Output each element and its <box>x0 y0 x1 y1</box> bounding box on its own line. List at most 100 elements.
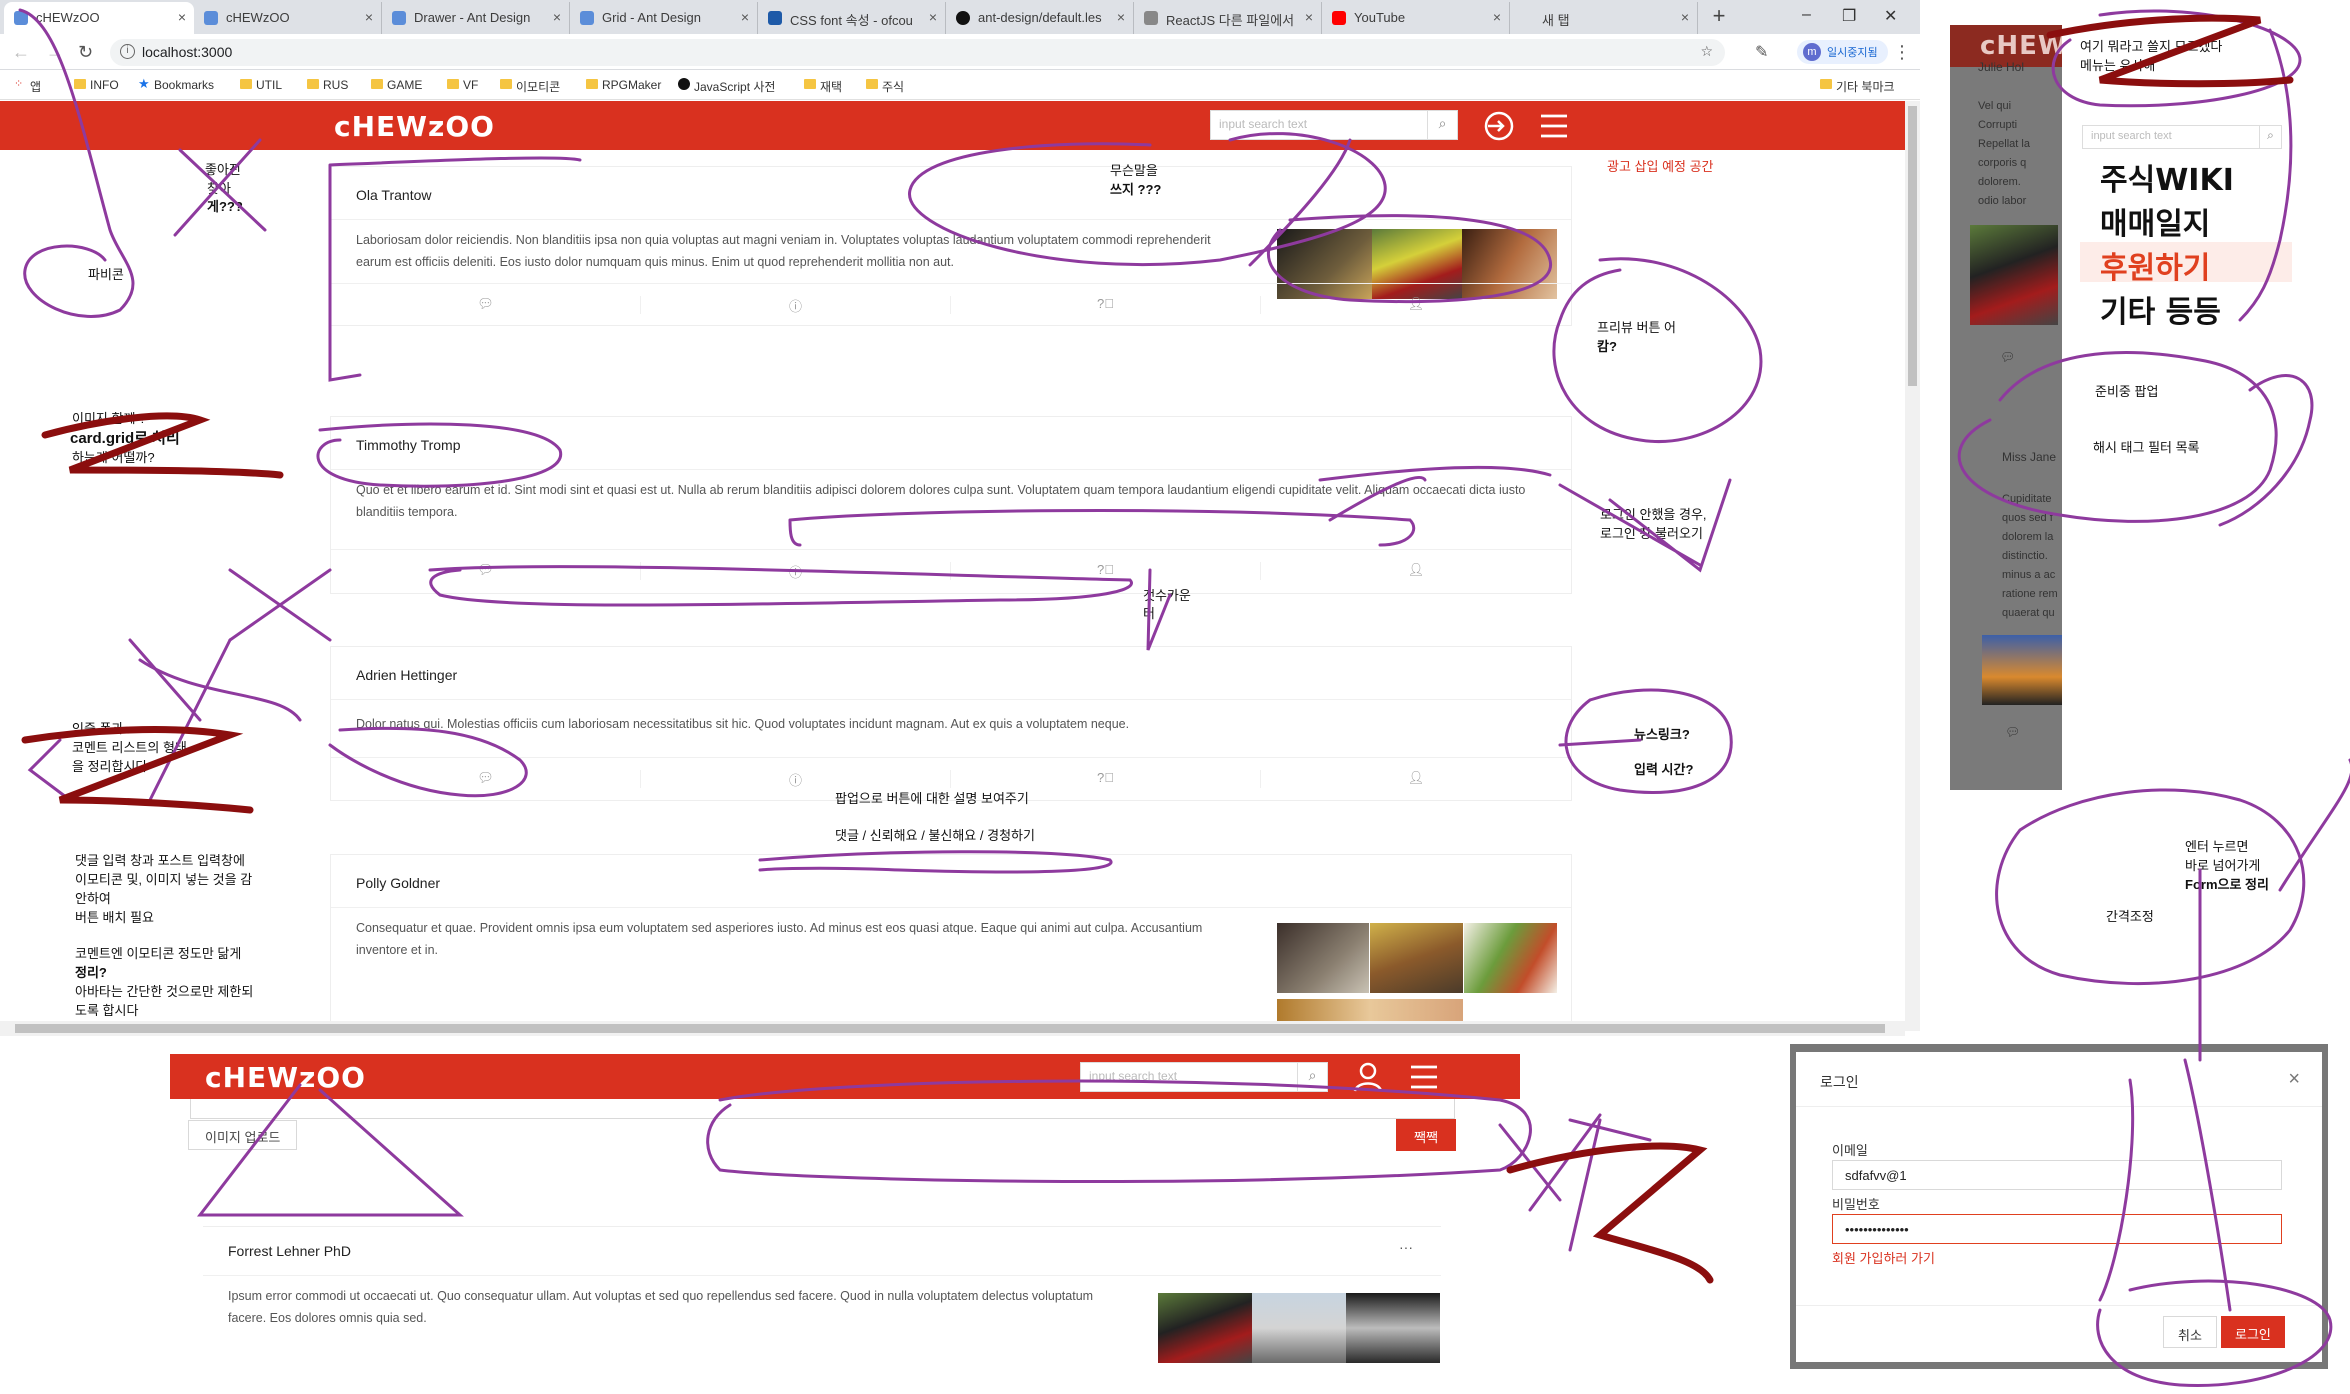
distrust-icon[interactable]: ?⃝ <box>951 562 1261 580</box>
drawer-search-input[interactable]: input search text ⌕ <box>2082 125 2282 149</box>
reload-icon[interactable]: ↻ <box>78 42 93 63</box>
bookmark-label: 앱 <box>30 80 42 94</box>
bookmark-folder[interactable]: GAME <box>371 78 422 92</box>
search-icon[interactable]: ⌕ <box>2259 126 2281 148</box>
menu-icon[interactable] <box>1408 1061 1440 1099</box>
close-icon[interactable]: × <box>178 9 186 25</box>
post-text: Quo et et libero earum et id. Sint modi … <box>356 483 1526 519</box>
listen-user-icon[interactable]: 👤︎ <box>1261 296 1571 314</box>
tab-css-font[interactable]: CSS font 속성 - ofcou × <box>758 2 946 34</box>
close-icon[interactable]: × <box>1117 9 1125 25</box>
menu-item-stock-wiki[interactable]: 주식WIKI <box>2100 155 2234 199</box>
menu-item-donate[interactable]: 후원하기 <box>2100 243 2210 287</box>
meeting-image[interactable] <box>1277 923 1369 993</box>
url-input[interactable]: i localhost:3000 ☆ <box>110 39 1725 66</box>
distrust-icon[interactable]: ?⃝ <box>951 770 1261 788</box>
bookmark-folder[interactable]: VF <box>447 78 478 92</box>
comment-icon[interactable]: 💬︎ <box>331 562 641 580</box>
close-icon[interactable]: × <box>1493 9 1501 25</box>
signup-link[interactable]: 회원 가입하러 가기 <box>1832 1248 1935 1267</box>
bookmark-folder[interactable]: UTIL <box>240 78 282 92</box>
train-image[interactable] <box>1252 1293 1346 1363</box>
tab-youtube[interactable]: YouTube × <box>1322 2 1510 34</box>
trust-icon[interactable]: ⓘ <box>641 562 951 580</box>
bookmark-folder[interactable]: INFO <box>74 78 119 92</box>
bookmark-folder[interactable]: 주식 <box>866 78 904 95</box>
abstract-image[interactable] <box>1370 923 1463 993</box>
scroll-thumb[interactable] <box>1908 106 1917 386</box>
note: card.grid로 처리 <box>70 430 180 447</box>
bookmark-star-icon[interactable]: ☆ <box>1700 43 1713 60</box>
menu-item-trading-journal[interactable]: 매매일지 <box>2100 199 2210 243</box>
hallway-image[interactable] <box>1346 1293 1440 1363</box>
cyclist-image[interactable] <box>1158 1293 1252 1363</box>
other-bookmarks[interactable]: 기타 북마크 <box>1820 78 1895 95</box>
comment-icon[interactable]: 💬︎ <box>331 770 641 788</box>
tab-drawer-antd[interactable]: Drawer - Ant Design × <box>382 2 570 34</box>
tab-reactjs[interactable]: ReactJS 다른 파일에서 × <box>1134 2 1322 34</box>
tab-new[interactable]: 새 탭 × <box>1510 2 1698 34</box>
close-icon[interactable]: × <box>365 9 373 25</box>
food-image[interactable] <box>1464 923 1557 993</box>
note: 게??? <box>207 199 243 214</box>
vertical-scrollbar[interactable] <box>1905 101 1920 1031</box>
password-field[interactable]: •••••••••••••• <box>1832 1214 2282 1244</box>
tab-label: CSS font 속성 - ofcou <box>790 13 913 28</box>
app-logo[interactable]: cHEWzOO <box>205 1061 366 1094</box>
distrust-icon[interactable]: ?⃝ <box>951 296 1261 314</box>
tab-github[interactable]: ant-design/default.les × <box>946 2 1134 34</box>
search-input[interactable]: input search text ⌕ <box>1080 1062 1328 1092</box>
new-tab-button[interactable]: + <box>1706 4 1732 30</box>
comment-icon: 💬︎ <box>2005 725 2021 739</box>
window-close-icon[interactable]: ✕ <box>1884 6 1897 26</box>
horizontal-scrollbar[interactable] <box>0 1021 1905 1036</box>
cancel-button[interactable]: 취소 <box>2163 1316 2217 1348</box>
scroll-thumb[interactable] <box>15 1024 1885 1033</box>
forward-icon[interactable]: → <box>46 42 64 63</box>
extensions-icon[interactable]: ✎ <box>1755 42 1768 62</box>
tab-label: 새 탭 <box>1542 13 1570 28</box>
menu-item-etc[interactable]: 기타 등등 <box>2100 287 2221 331</box>
submit-button[interactable]: 짹짹 <box>1396 1119 1456 1151</box>
close-icon[interactable]: × <box>929 9 937 25</box>
more-icon[interactable]: ··· <box>1399 1239 1413 1255</box>
listen-user-icon[interactable]: 👤︎ <box>1261 770 1571 788</box>
trust-icon[interactable]: ⓘ <box>641 770 951 788</box>
profile-paused-button[interactable]: m 일시중지됨 <box>1797 40 1888 64</box>
back-icon[interactable]: ← <box>12 42 30 63</box>
close-icon[interactable]: × <box>1305 9 1313 25</box>
info-icon[interactable]: i <box>120 44 135 59</box>
bookmark-folder[interactable]: RPGMaker <box>586 78 661 92</box>
post-textarea[interactable] <box>190 1099 1455 1119</box>
trust-icon[interactable]: ⓘ <box>641 296 951 314</box>
divider <box>331 469 1571 470</box>
bg-line: dolorem. <box>1978 176 2021 188</box>
comment-icon[interactable]: 💬︎ <box>331 296 641 314</box>
apps-bookmark[interactable]: ⁘ 앱 <box>14 78 41 95</box>
email-field[interactable]: sdfafvv@1 <box>1832 1160 2282 1190</box>
close-icon[interactable]: × <box>2288 1068 2300 1091</box>
tab-grid-antd[interactable]: Grid - Ant Design × <box>570 2 758 34</box>
minimize-icon[interactable]: – <box>1802 6 1811 24</box>
bookmark-folder[interactable]: 재택 <box>804 78 842 95</box>
bookmark-star[interactable]: ★ Bookmarks <box>138 76 214 92</box>
bookmark-folder[interactable]: RUS <box>307 78 348 92</box>
portrait-image[interactable] <box>1277 999 1463 1021</box>
bookmark-folder[interactable]: 이모티콘 <box>500 78 560 95</box>
password-label: 비밀번호 <box>1832 1197 1880 1212</box>
tab-chewzoo-active[interactable]: cHEWzOO × <box>4 2 194 34</box>
restore-icon[interactable]: ❐ <box>1842 6 1856 26</box>
kebab-menu-icon[interactable]: ⋮ <box>1893 42 1911 63</box>
login-button[interactable]: 로그인 <box>2221 1316 2285 1348</box>
note: 안하여 <box>75 891 111 906</box>
image-upload-button[interactable]: 이미지 업로드 <box>188 1120 298 1150</box>
tab-label: YouTube <box>1354 10 1406 25</box>
tab-chewzoo[interactable]: cHEWzOO × <box>194 2 382 34</box>
search-icon[interactable]: ⌕ <box>1297 1063 1327 1091</box>
listen-user-icon[interactable]: 👤︎ <box>1261 562 1571 580</box>
close-icon[interactable]: × <box>1681 9 1689 25</box>
close-icon[interactable]: × <box>553 9 561 25</box>
user-icon[interactable] <box>1352 1061 1384 1099</box>
close-icon[interactable]: × <box>741 9 749 25</box>
bookmark-jsdict[interactable]: JavaScript 사전 <box>678 78 775 95</box>
